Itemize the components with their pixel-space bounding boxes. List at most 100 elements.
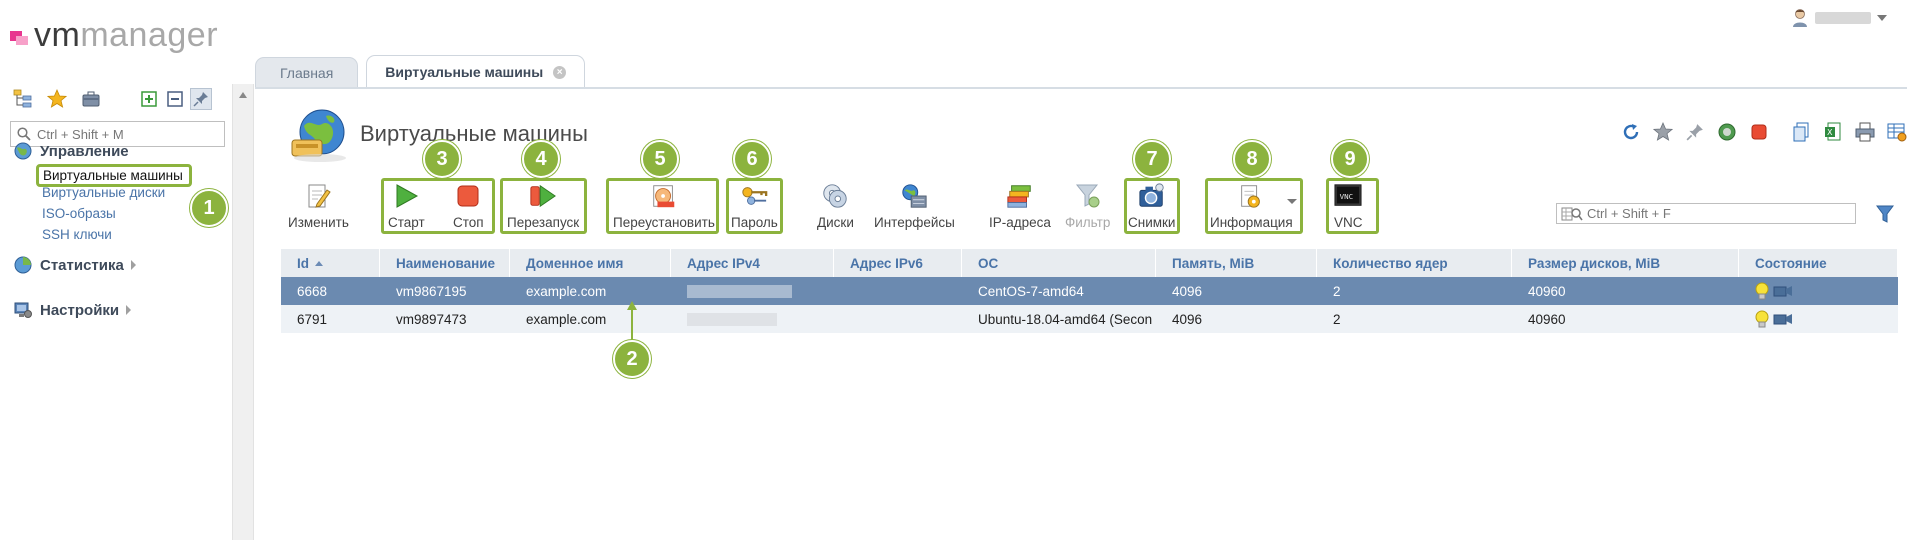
logo-manager: manager xyxy=(80,16,219,54)
vnc-button[interactable]: VNC VNC xyxy=(1334,182,1363,232)
col-os[interactable]: ОС xyxy=(962,249,1156,277)
cell-ipv4 xyxy=(671,305,834,333)
sidebar-section-management[interactable]: Управление xyxy=(14,142,129,160)
table-row[interactable]: 6668 vm9867195 example.com CentOS-7-amd6… xyxy=(281,277,1898,305)
col-cores[interactable]: Количество ядер xyxy=(1317,249,1512,277)
column-label: Наименование xyxy=(396,255,496,271)
grid-search-icon xyxy=(1561,207,1583,220)
favorite-star-icon[interactable] xyxy=(1653,122,1673,142)
cell-ipv6 xyxy=(834,277,962,305)
cell-state xyxy=(1739,305,1898,333)
section-label: Статистика xyxy=(40,256,124,274)
password-button[interactable]: Пароль xyxy=(731,182,778,232)
disks-icon xyxy=(821,182,849,210)
user-menu[interactable] xyxy=(1791,8,1887,28)
page-tools: X xyxy=(1609,122,1907,142)
vm-state-icon xyxy=(1773,314,1792,325)
sidebar-splitter[interactable] xyxy=(232,84,254,540)
col-ipv6[interactable]: Адрес IPv6 xyxy=(834,249,962,277)
collapse-all-icon[interactable] xyxy=(164,88,186,110)
sidebar-section-statistics[interactable]: Статистика xyxy=(14,256,136,274)
lightbulb-on-icon xyxy=(1755,282,1769,300)
pin-icon[interactable] xyxy=(1685,122,1705,142)
button-label: VNC xyxy=(1334,215,1363,230)
snapshots-button[interactable]: Снимки xyxy=(1128,182,1175,232)
cell-memory: 4096 xyxy=(1172,311,1203,327)
tree-view-icon[interactable] xyxy=(12,88,34,110)
col-disk-size[interactable]: Размер дисков, MiB xyxy=(1512,249,1739,277)
grid-search-input[interactable] xyxy=(1587,206,1847,221)
favorites-star-icon[interactable] xyxy=(46,88,68,110)
col-ipv4[interactable]: Адрес IPv4 xyxy=(671,249,834,277)
pie-chart-icon xyxy=(14,256,32,274)
close-tab-icon[interactable]: × xyxy=(553,65,567,79)
tab-virtual-machines[interactable]: Виртуальные машины × xyxy=(366,55,586,88)
vm-state-icon xyxy=(1773,286,1792,297)
globe-icon xyxy=(14,142,32,160)
sidebar-item-virtual-machines[interactable]: Виртуальные машины xyxy=(36,164,192,187)
col-state[interactable]: Состояние xyxy=(1739,249,1898,277)
filter-icon[interactable] xyxy=(1876,204,1894,224)
col-id[interactable]: Id xyxy=(281,249,380,277)
sidebar: Управление Виртуальные машины Виртуальны… xyxy=(0,84,232,540)
tab-label: Главная xyxy=(280,65,334,81)
badge-3: 3 xyxy=(423,140,461,178)
network-icon[interactable] xyxy=(1717,122,1737,142)
briefcase-icon[interactable] xyxy=(80,88,102,110)
print-icon[interactable] xyxy=(1855,122,1875,142)
disks-button[interactable]: Диски xyxy=(817,182,854,232)
column-label: Доменное имя xyxy=(526,255,624,271)
cell-domain: example.com xyxy=(526,311,607,327)
badge-8: 8 xyxy=(1233,140,1271,178)
collapse-arrow-icon[interactable] xyxy=(239,92,247,98)
tab-home[interactable]: Главная xyxy=(255,57,359,88)
table-header: Id Наименование Доменное имя Адрес IPv4 … xyxy=(281,249,1898,277)
cell-cores: 2 xyxy=(1333,283,1341,299)
button-label: Снимки xyxy=(1128,215,1176,230)
button-label: Интерфейсы xyxy=(874,215,955,230)
button-label: Изменить xyxy=(288,215,349,230)
ipv4-redacted xyxy=(687,312,777,326)
sidebar-item-iso-images[interactable]: ISO-образы xyxy=(42,206,116,221)
info-button[interactable]: Информация xyxy=(1210,182,1293,232)
stop-red-icon[interactable] xyxy=(1749,122,1769,142)
tab-label: Виртуальные машины xyxy=(385,64,544,80)
col-domain[interactable]: Доменное имя xyxy=(510,249,671,277)
sidebar-item-virtual-disks[interactable]: Виртуальные диски xyxy=(42,185,165,200)
filter-button[interactable]: Фильтр xyxy=(1065,182,1110,232)
edit-button[interactable]: Изменить xyxy=(288,182,349,232)
pin-icon[interactable] xyxy=(190,88,212,110)
expand-all-icon[interactable] xyxy=(138,88,160,110)
stop-button[interactable]: Стоп xyxy=(453,182,484,232)
restart-button[interactable]: Перезапуск xyxy=(507,182,579,232)
sidebar-section-settings[interactable]: Настройки xyxy=(14,301,132,319)
cell-ipv6 xyxy=(834,305,962,333)
vm-table: Id Наименование Доменное имя Адрес IPv4 … xyxy=(281,249,1898,333)
chevron-down-icon[interactable] xyxy=(1877,15,1887,21)
interfaces-button[interactable]: Интерфейсы xyxy=(874,182,955,232)
col-name[interactable]: Наименование xyxy=(380,249,510,277)
sidebar-item-ssh-keys[interactable]: SSH ключи xyxy=(42,227,112,242)
section-label: Настройки xyxy=(40,301,120,319)
button-label: Диски xyxy=(817,215,854,230)
copy-icon[interactable] xyxy=(1791,122,1811,142)
excel-export-icon[interactable]: X xyxy=(1823,122,1843,142)
ip-addresses-button[interactable]: IP-адреса xyxy=(989,182,1051,232)
edit-icon xyxy=(304,182,332,210)
cell-disk: 40960 xyxy=(1528,311,1566,327)
refresh-icon[interactable] xyxy=(1621,122,1641,142)
info-dropdown-caret[interactable] xyxy=(1287,199,1297,204)
table-row[interactable]: 6791 vm9897473 example.com Ubuntu-18.04-… xyxy=(281,305,1898,333)
tab-divider xyxy=(255,87,1907,89)
start-button[interactable]: Старт xyxy=(388,182,425,232)
chevron-right-icon xyxy=(130,260,136,270)
col-memory[interactable]: Память, MiB xyxy=(1156,249,1317,277)
svg-text:VNC: VNC xyxy=(1340,192,1353,201)
table-settings-icon[interactable] xyxy=(1887,122,1907,142)
interfaces-icon xyxy=(900,182,928,210)
reinstall-button[interactable]: Переустановить xyxy=(613,182,715,232)
cell-state xyxy=(1739,277,1898,305)
grid-search[interactable] xyxy=(1556,203,1856,224)
search-input[interactable] xyxy=(37,126,217,142)
column-label: Адрес IPv4 xyxy=(687,255,760,271)
